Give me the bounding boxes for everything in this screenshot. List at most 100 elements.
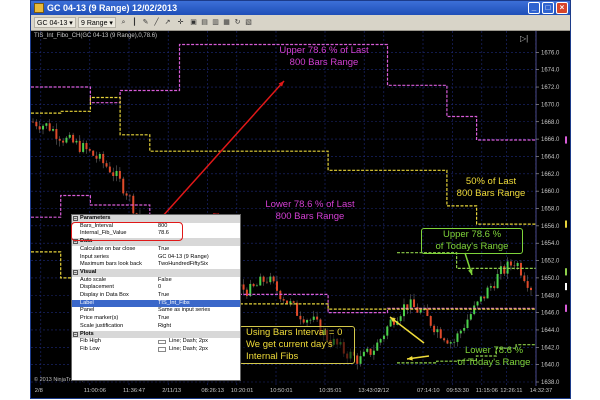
price-bar xyxy=(78,140,81,152)
calendar-icon[interactable]: ▦ xyxy=(222,18,231,27)
x-tick-label-13: 12:26:11 xyxy=(500,388,523,394)
property-row[interactable]: Maximum bars look back TwoHundredFiftySix xyxy=(72,261,240,269)
data-box-icon[interactable]: ▥ xyxy=(211,18,220,27)
property-value[interactable]: 0 xyxy=(158,284,161,292)
price-bar xyxy=(58,138,61,141)
price-bar xyxy=(45,123,48,126)
property-value[interactable]: True xyxy=(158,246,169,254)
annotation-line: of Today's Range xyxy=(457,357,531,368)
property-value[interactable]: TIS_Int_Fibs xyxy=(158,300,190,308)
property-key: Displacement xyxy=(80,284,114,291)
time-axis: 2/8 11:00:06 11:36:47 2/11/13 08:26:13 10:20:… xyxy=(31,386,570,398)
strategy-icon[interactable]: ▧ xyxy=(244,18,253,27)
price-bar xyxy=(402,304,405,317)
y-tick-label-9: 1656.0 xyxy=(541,224,560,230)
window-icon[interactable]: ▣ xyxy=(189,18,198,27)
property-row[interactable]: Auto scale False xyxy=(72,277,240,285)
property-category-plots[interactable]: − Plots xyxy=(72,330,240,339)
interval-select[interactable]: 9 Range ▾ xyxy=(78,17,116,28)
bar-icon[interactable]: ┃ xyxy=(130,18,139,27)
x-tick-label-3: 2/11/13 xyxy=(162,388,182,394)
instrument-select[interactable]: GC 04-13 ▾ xyxy=(34,17,76,28)
price-bar xyxy=(372,350,375,355)
price-bar xyxy=(516,262,519,267)
property-row[interactable]: Input series GC 04-13 (9 Range) xyxy=(72,254,240,262)
property-category-visual[interactable]: − Visual xyxy=(72,268,240,277)
property-value[interactable]: False xyxy=(158,277,172,285)
property-row[interactable]: Fib Low Line; Dash; 2px xyxy=(72,346,240,354)
close-button[interactable]: × xyxy=(556,2,568,14)
property-key: Label xyxy=(80,299,94,306)
price-bar xyxy=(513,265,516,267)
price-bar xyxy=(376,342,379,351)
collapse-icon[interactable]: − xyxy=(73,331,78,337)
collapse-icon[interactable]: − xyxy=(73,216,78,222)
plot-style-swatch-icon xyxy=(158,339,166,345)
y-tick-label-18: 1674.0 xyxy=(541,68,560,74)
y-tick-label-4: 1646.0 xyxy=(541,311,560,317)
crosshair-icon[interactable]: ✛ xyxy=(176,18,185,27)
property-row[interactable]: Label TIS_Int_Fibs xyxy=(72,299,240,308)
property-row[interactable]: Panel Same as input series xyxy=(72,307,240,315)
title-bar[interactable]: GC 04-13 (9 Range) 12/02/2013 _ □ × xyxy=(31,1,570,15)
property-key: Auto scale xyxy=(80,276,107,283)
property-value[interactable]: True xyxy=(158,292,169,300)
annotation-bars-interval-note: Using Bars Interval = 0 We get current d… xyxy=(239,326,355,364)
y-tick-label-12: 1662.0 xyxy=(541,172,560,178)
property-value[interactable]: Same as input series xyxy=(158,307,210,315)
parameters-highlight-box xyxy=(71,222,183,241)
arrow-to-upper-today-line-head xyxy=(468,269,473,275)
property-value[interactable]: Right xyxy=(158,323,171,331)
x-tick-label-11: 09:53:30 xyxy=(446,388,469,394)
collapse-icon[interactable]: − xyxy=(73,269,78,275)
refresh-icon[interactable]: ↻ xyxy=(233,18,242,27)
zoom-icon[interactable]: ⌕ xyxy=(119,18,128,27)
y-tick-label-2: 1642.0 xyxy=(541,345,560,351)
properties-icon[interactable]: ▤ xyxy=(200,18,209,27)
property-value[interactable]: TwoHundredFiftySix xyxy=(158,261,208,269)
price-bar xyxy=(439,329,442,339)
property-row[interactable]: Display in Data Box True xyxy=(72,292,240,300)
price-bar xyxy=(356,355,359,364)
price-bar xyxy=(469,314,472,320)
property-value[interactable]: True xyxy=(158,315,169,323)
property-row[interactable]: Scale justification Right xyxy=(72,323,240,331)
property-value[interactable]: GC 04-13 (9 Range) xyxy=(158,254,209,262)
minimize-button[interactable]: _ xyxy=(528,2,540,14)
property-row[interactable]: Displacement 0 xyxy=(72,284,240,292)
line-icon[interactable]: ╱ xyxy=(152,18,161,27)
y-tick-label-7: 1652.0 xyxy=(541,259,560,265)
collapse-panel-icon[interactable]: ▷| xyxy=(520,34,532,44)
property-value[interactable]: Line; Dash; 2px xyxy=(169,346,208,354)
price-bar xyxy=(95,155,98,159)
annotation-line: Lower 78.6 % of Last xyxy=(265,199,355,210)
y-tick-label-10: 1658.0 xyxy=(541,207,560,213)
price-bar xyxy=(459,330,462,334)
price-bar xyxy=(289,301,292,304)
price-bar xyxy=(306,320,309,323)
price-bar xyxy=(489,286,492,288)
price-bar xyxy=(476,301,479,306)
y-tick-label-15: 1668.0 xyxy=(541,120,560,126)
x-tick-label-7: 10:35:01 xyxy=(319,388,342,394)
price-bar xyxy=(496,273,499,289)
x-tick-label-10: 07:14:10 xyxy=(417,388,440,394)
y-tick-label-19: 1676.0 xyxy=(541,50,560,56)
price-bar xyxy=(125,193,128,196)
price-bar xyxy=(85,143,88,150)
price-bar xyxy=(118,170,121,179)
property-value[interactable]: Line; Dash; 2px xyxy=(169,338,208,346)
price-bar xyxy=(292,301,295,303)
arrow-icon[interactable]: ↗ xyxy=(163,18,172,27)
property-row[interactable]: Calculate on bar close True xyxy=(72,246,240,254)
pencil-icon[interactable]: ✎ xyxy=(141,18,150,27)
price-bar xyxy=(503,266,506,274)
price-bar xyxy=(269,276,272,283)
maximize-button[interactable]: □ xyxy=(542,2,554,14)
property-row[interactable]: Fib High Line; Dash; 2px xyxy=(72,338,240,346)
property-row[interactable]: Price marker(s) True xyxy=(72,315,240,323)
price-bar xyxy=(265,281,268,283)
toolbar: GC 04-13 ▾ 9 Range ▾ ⌕ ┃ ✎ ╱ ↗ ✛ ▣ ▤ ▥ ▦… xyxy=(31,15,570,31)
price-bar xyxy=(433,325,436,333)
price-bar xyxy=(359,356,362,364)
